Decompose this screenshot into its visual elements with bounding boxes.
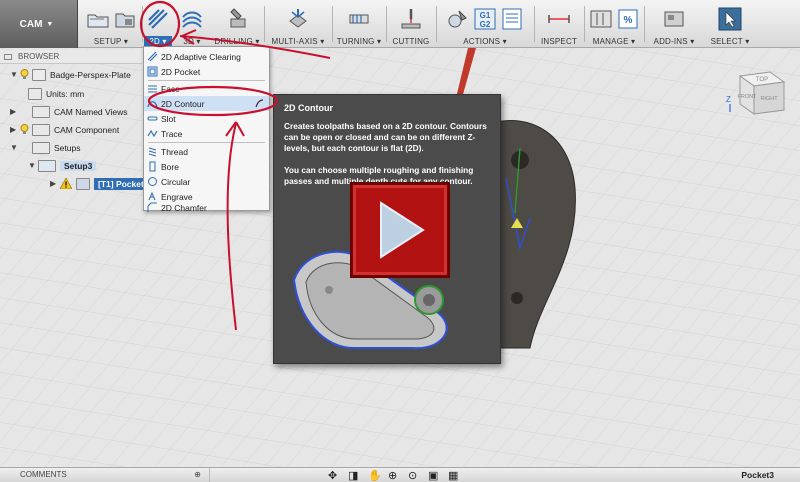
look-at-icon[interactable]: ◨ [348, 469, 362, 482]
current-operation-status: Pocket3 [741, 470, 774, 480]
navigation-toolbar: ✥ ◨ ✋ ⊕ ⊙ ▣ ▦ [328, 469, 462, 482]
grid-settings-icon[interactable]: ▦ [448, 469, 462, 482]
display-settings-icon[interactable]: ▣ [428, 469, 442, 482]
add-comment-icon[interactable]: ⊕ [194, 468, 201, 482]
comments-panel[interactable]: COMMENTS ⊕ [0, 468, 210, 482]
comments-label: COMMENTS [20, 470, 67, 479]
handdrawn-annotations [139, 0, 331, 331]
orbit-icon[interactable]: ✥ [328, 469, 342, 482]
fit-icon[interactable]: ⊙ [408, 469, 422, 482]
status-bar: COMMENTS ⊕ ✥ ◨ ✋ ⊕ ⊙ ▣ ▦ Pocket3 [0, 467, 800, 482]
pan-icon[interactable]: ✋ [368, 469, 382, 482]
zoom-icon[interactable]: ⊕ [388, 469, 402, 482]
